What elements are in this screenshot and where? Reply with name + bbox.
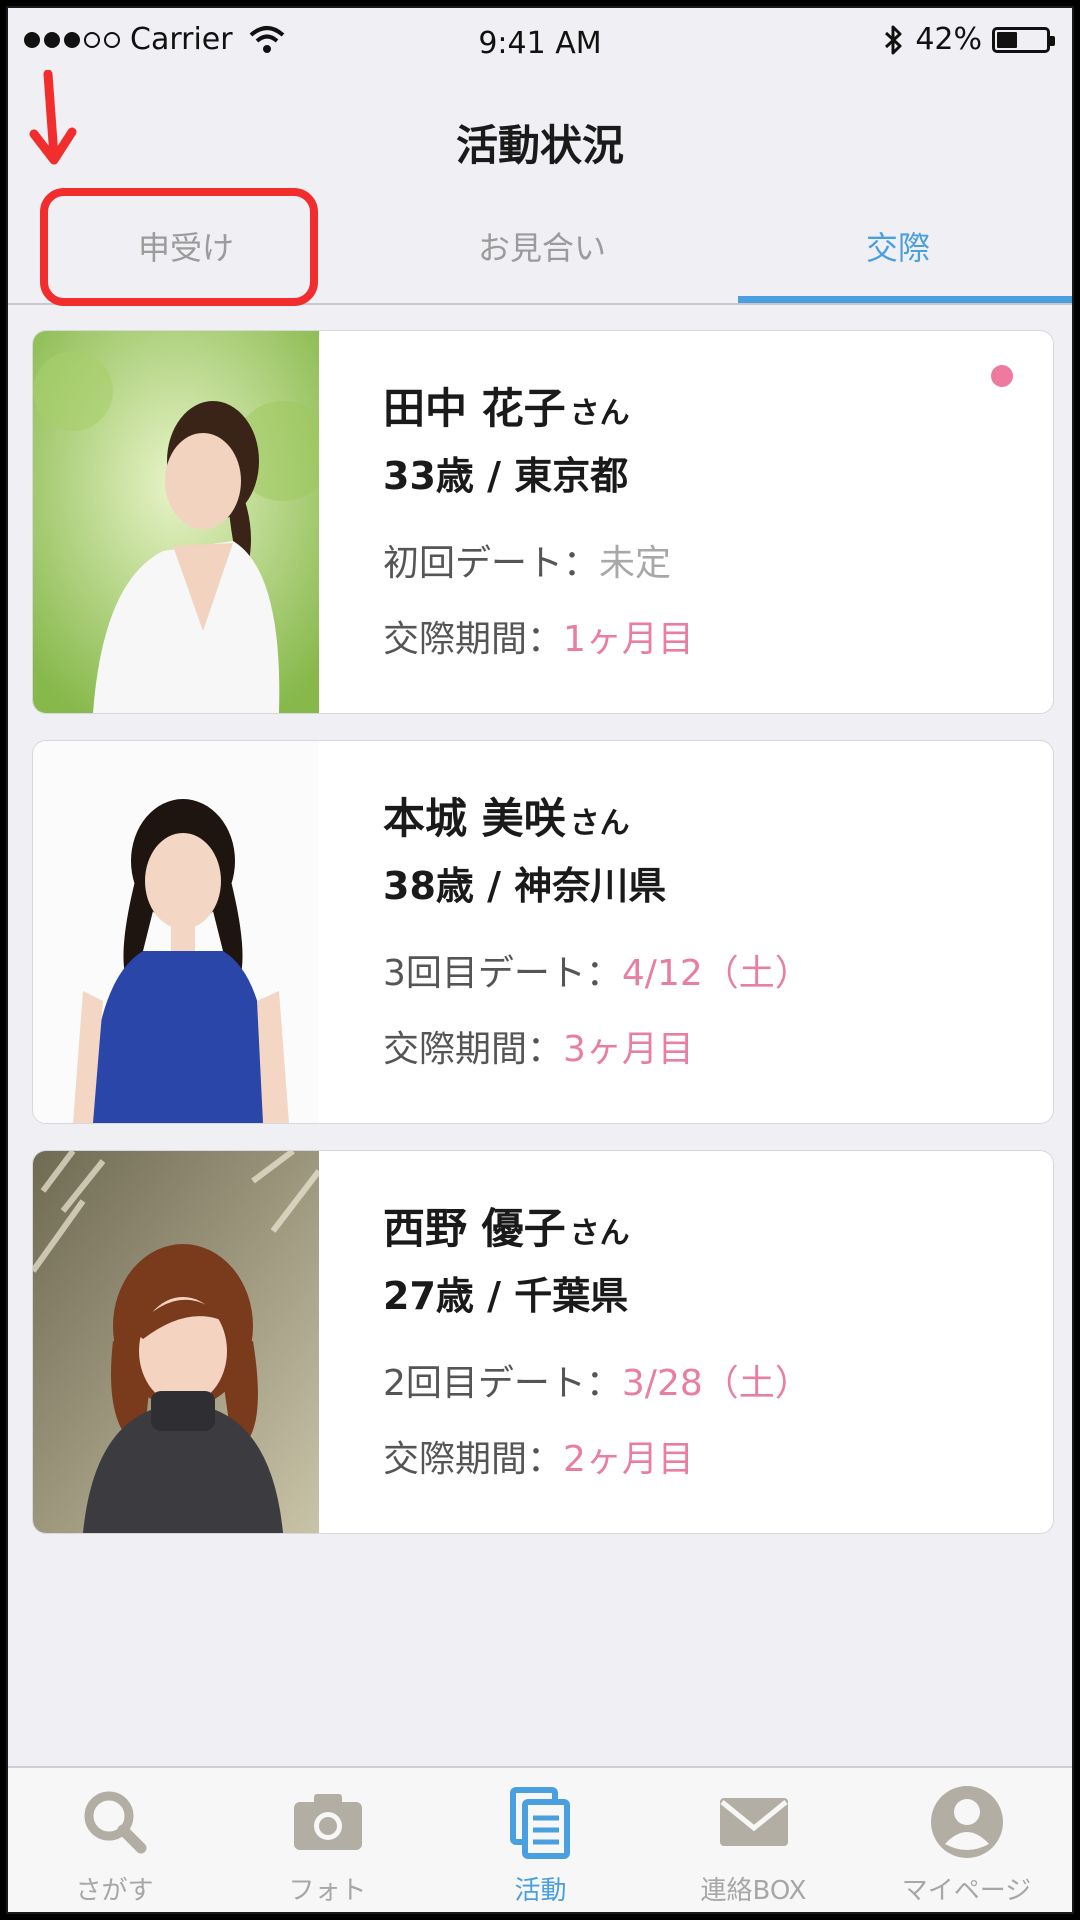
date-label: 初回デート：: [383, 543, 600, 584]
tabbar-label: マイページ: [901, 1876, 1032, 1906]
date-label: 3回目デート：: [383, 953, 622, 994]
date-row: 3回目デート：4/12（土）: [383, 942, 1033, 1006]
date-row: 初回デート：未定: [383, 532, 1033, 596]
partner-name: 本城 美咲: [383, 794, 566, 843]
date-row: 2回目デート：3/28（土）: [383, 1352, 1033, 1416]
segment-tabs: 申受け お見合い 交際: [8, 188, 1072, 305]
period-label: 交際期間：: [383, 619, 564, 660]
honorific: さん: [569, 396, 630, 431]
tabbar-activity[interactable]: 活動: [434, 1768, 647, 1912]
tabbar-label: さがす: [75, 1876, 154, 1906]
date-label: 2回目デート：: [383, 1363, 622, 1404]
documents-icon: [509, 1787, 570, 1859]
date-value: 3/28（土）: [621, 1363, 811, 1404]
tabbar-search[interactable]: さがす: [8, 1768, 221, 1912]
period-row: 交際期間：2ヶ月目: [383, 1428, 1033, 1492]
tab-omiai[interactable]: お見合い: [364, 188, 720, 303]
mail-icon: [719, 1798, 788, 1846]
tabbar-label: 連絡BOX: [700, 1876, 807, 1906]
period-label: 交際期間：: [383, 1439, 564, 1480]
app-screen: Carrier 9:41 AM 42% 活動状況 申受け お見合い 交際 田中 …: [6, 6, 1074, 1914]
tabbar-label: フォト: [288, 1876, 367, 1906]
user-icon: [930, 1786, 1003, 1858]
partner-name-line: 本城 美咲 さん: [383, 791, 1033, 852]
card-info: 西野 優子 さん 27歳 / 千葉県 2回目デート：3/28（土） 交際期間：2ヶ…: [383, 1201, 1033, 1492]
active-tab-indicator: [738, 296, 1072, 303]
period-row: 交際期間：1ヶ月目: [383, 608, 1033, 672]
date-value: 未定: [599, 543, 672, 584]
camera-icon: [293, 1794, 362, 1850]
age-location: 38歳 / 神奈川県: [383, 864, 667, 908]
card-info: 田中 花子 さん 33歳 / 東京都 初回デート：未定 交際期間：1ヶ月目: [383, 381, 1033, 672]
tabbar-mypage[interactable]: マイページ: [860, 1768, 1072, 1912]
tabbar-label: 活動: [514, 1876, 567, 1906]
bluetooth-icon: [885, 25, 902, 54]
age-location: 33歳 / 東京都: [383, 454, 629, 498]
partner-card[interactable]: 本城 美咲 さん 38歳 / 神奈川県 3回目デート：4/12（土） 交際期間：3…: [32, 740, 1054, 1124]
status-right: 42%: [883, 22, 1055, 57]
age-location: 27歳 / 千葉県: [383, 1274, 629, 1318]
profile-photo: [33, 331, 319, 713]
bottom-tab-bar: さがす フォト 活動 連絡BOX マイページ: [8, 1766, 1072, 1912]
honorific: さん: [569, 806, 630, 841]
tabbar-mailbox[interactable]: 連絡BOX: [647, 1768, 860, 1912]
period-label: 交際期間：: [383, 1029, 564, 1070]
unread-badge: [991, 365, 1013, 387]
period-row: 交際期間：3ヶ月目: [383, 1018, 1033, 1082]
search-icon: [84, 1791, 146, 1854]
battery-icon: [992, 26, 1055, 53]
date-value: 4/12（土）: [621, 953, 811, 994]
period-value: 1ヶ月目: [563, 619, 694, 660]
partner-card[interactable]: 田中 花子 さん 33歳 / 東京都 初回デート：未定 交際期間：1ヶ月目: [32, 330, 1054, 714]
partner-name-line: 西野 優子 さん: [383, 1201, 1033, 1262]
period-value: 3ヶ月目: [563, 1029, 694, 1070]
tab-kousai[interactable]: 交際: [720, 188, 1072, 303]
card-info: 本城 美咲 さん 38歳 / 神奈川県 3回目デート：4/12（土） 交際期間：3…: [383, 791, 1033, 1082]
period-value: 2ヶ月目: [563, 1439, 694, 1480]
tabbar-photo[interactable]: フォト: [221, 1768, 434, 1912]
honorific: さん: [569, 1216, 630, 1251]
partner-card[interactable]: 西野 優子 さん 27歳 / 千葉県 2回目デート：3/28（土） 交際期間：2ヶ…: [32, 1150, 1054, 1534]
profile-photo: [33, 741, 319, 1123]
partner-name: 西野 優子: [383, 1204, 566, 1253]
battery-percent: 42%: [915, 22, 982, 57]
status-bar: Carrier 9:41 AM 42%: [8, 8, 1072, 82]
profile-photo: [33, 1151, 319, 1533]
partner-name-line: 田中 花子 さん: [383, 381, 1033, 442]
tab-moshiuke[interactable]: 申受け: [8, 188, 364, 303]
partner-name: 田中 花子: [383, 384, 566, 433]
page-title: 活動状況: [455, 121, 624, 170]
